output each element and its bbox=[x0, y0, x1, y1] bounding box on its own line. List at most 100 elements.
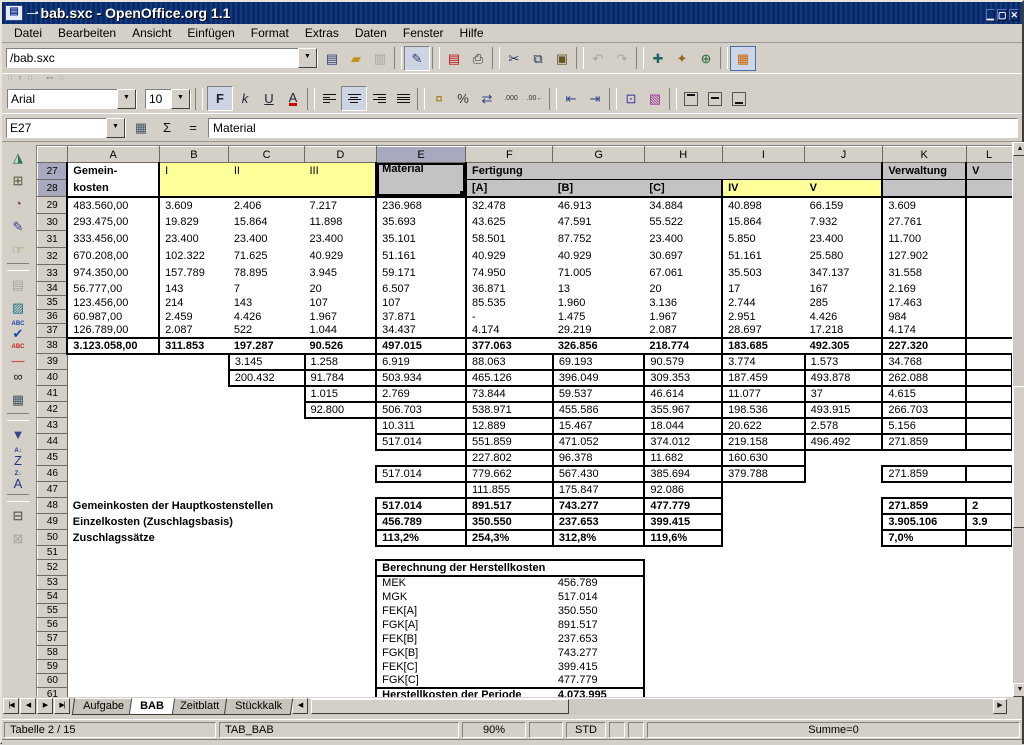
cell-H47[interactable]: 92.086 bbox=[644, 482, 722, 498]
row-header-51[interactable]: 51 bbox=[38, 546, 68, 560]
cell-C30[interactable]: 15.864 bbox=[229, 214, 305, 231]
cell-G39[interactable]: 69.193 bbox=[553, 354, 645, 370]
cell-L43[interactable] bbox=[966, 418, 1012, 434]
name-box[interactable]: ▼ bbox=[6, 118, 126, 138]
cell-L35[interactable] bbox=[966, 296, 1012, 310]
cell-C42[interactable] bbox=[229, 402, 305, 418]
cell-H55[interactable] bbox=[644, 604, 722, 618]
cell-A36[interactable]: 60.987,00 bbox=[67, 310, 159, 324]
cell-G48[interactable]: 743.277 bbox=[553, 498, 645, 514]
cell-K58[interactable] bbox=[882, 646, 966, 660]
horizontal-scrollbar[interactable]: ▶ bbox=[309, 698, 1007, 715]
cell-A50[interactable]: Zuschlagssätze bbox=[67, 530, 376, 546]
background-color-icon[interactable]: ▧ bbox=[643, 87, 667, 110]
cell-G53[interactable]: 456.789 bbox=[553, 576, 645, 590]
cell-C55[interactable] bbox=[229, 604, 305, 618]
cell-F44[interactable]: 551.859 bbox=[466, 434, 553, 450]
cell-A44[interactable] bbox=[67, 434, 159, 450]
cell-L54[interactable] bbox=[966, 590, 1012, 604]
cell-A51[interactable] bbox=[67, 546, 159, 560]
cell-H45[interactable]: 11.682 bbox=[644, 450, 722, 466]
cell-K57[interactable] bbox=[882, 632, 966, 646]
cell-E33[interactable]: 59.171 bbox=[376, 265, 466, 282]
decrease-indent-icon[interactable]: ⇤ bbox=[559, 87, 583, 110]
url-input[interactable] bbox=[7, 51, 298, 65]
cell-F37[interactable]: 4.174 bbox=[466, 324, 553, 338]
cell-J56[interactable] bbox=[805, 618, 883, 632]
cell-G28[interactable]: [B] bbox=[553, 180, 645, 197]
cell-H57[interactable] bbox=[644, 632, 722, 646]
cell-E51[interactable] bbox=[376, 546, 466, 560]
row-header-30[interactable]: 30 bbox=[38, 214, 68, 231]
cell-D36[interactable]: 1.967 bbox=[305, 310, 377, 324]
row-header-27[interactable]: 27 bbox=[38, 163, 68, 180]
cell-F27[interactable]: Fertigung bbox=[466, 163, 882, 180]
cell-C35[interactable]: 143 bbox=[229, 296, 305, 310]
cell-E54[interactable]: MGK bbox=[376, 590, 553, 604]
cell-J36[interactable]: 4.426 bbox=[805, 310, 883, 324]
status-signature-flag[interactable] bbox=[628, 722, 644, 738]
column-header-B[interactable]: B bbox=[159, 147, 229, 163]
cell-H33[interactable]: 67.061 bbox=[644, 265, 722, 282]
sheet-tab-aufgabe[interactable]: Aufgabe bbox=[72, 698, 135, 715]
cell-L38[interactable] bbox=[966, 338, 1012, 354]
cell-D52[interactable] bbox=[305, 560, 377, 576]
cell-A42[interactable] bbox=[67, 402, 159, 418]
cell-A47[interactable] bbox=[67, 482, 159, 498]
cell-B30[interactable]: 19.829 bbox=[159, 214, 229, 231]
cell-H60[interactable] bbox=[644, 674, 722, 688]
cell-B45[interactable] bbox=[159, 450, 229, 466]
cell-J32[interactable]: 25.580 bbox=[805, 248, 883, 265]
cell-A52[interactable] bbox=[67, 560, 159, 576]
cell-J37[interactable]: 17.218 bbox=[805, 324, 883, 338]
scroll-down-icon[interactable]: ▼ bbox=[1013, 683, 1024, 697]
cell-L44[interactable] bbox=[966, 434, 1012, 450]
cell-J28[interactable]: V bbox=[805, 180, 883, 197]
cell-L50[interactable] bbox=[966, 530, 1012, 546]
cell-K49[interactable]: 3.905.106 bbox=[882, 514, 966, 530]
cell-D39[interactable]: 1.258 bbox=[305, 354, 377, 370]
column-header-J[interactable]: J bbox=[805, 147, 883, 163]
cell-J41[interactable]: 37 bbox=[805, 386, 883, 402]
align-justify-icon[interactable] bbox=[391, 87, 415, 110]
cell-B46[interactable] bbox=[159, 466, 229, 482]
cell-A40[interactable] bbox=[67, 370, 159, 386]
cell-E27[interactable]: Material bbox=[376, 163, 466, 197]
cell-G35[interactable]: 1.960 bbox=[553, 296, 645, 310]
cell-E34[interactable]: 6.507 bbox=[376, 282, 466, 296]
status-sheet-info[interactable]: Tabelle 2 / 15 bbox=[4, 722, 216, 738]
font-color-button[interactable]: A bbox=[281, 87, 305, 110]
row-header-31[interactable]: 31 bbox=[38, 231, 68, 248]
cut-icon[interactable]: ✂ bbox=[502, 47, 526, 70]
cell-E53[interactable]: MEK bbox=[376, 576, 553, 590]
edit-file-icon[interactable]: ✎ bbox=[404, 46, 430, 71]
cell-D54[interactable] bbox=[305, 590, 377, 604]
cell-G50[interactable]: 312,8% bbox=[553, 530, 645, 546]
cell-G46[interactable]: 567.430 bbox=[553, 466, 645, 482]
cell-J53[interactable] bbox=[805, 576, 883, 590]
insert-icon[interactable]: ◮ bbox=[6, 146, 30, 169]
row-header-43[interactable]: 43 bbox=[38, 418, 68, 434]
cell-H34[interactable]: 20 bbox=[644, 282, 722, 296]
cell-I51[interactable] bbox=[722, 546, 805, 560]
cell-C27[interactable]: II bbox=[229, 163, 305, 180]
cell-C60[interactable] bbox=[229, 674, 305, 688]
align-left-icon[interactable] bbox=[317, 87, 341, 110]
cell-C37[interactable]: 522 bbox=[229, 324, 305, 338]
sort-descending-icon[interactable]: Z↓A bbox=[6, 469, 30, 492]
cell-C41[interactable] bbox=[229, 386, 305, 402]
row-header-60[interactable]: 60 bbox=[38, 674, 68, 688]
cell-F51[interactable] bbox=[466, 546, 553, 560]
column-header-D[interactable]: D bbox=[305, 147, 377, 163]
column-header-I[interactable]: I bbox=[722, 147, 805, 163]
cell-I46[interactable]: 379.788 bbox=[722, 466, 805, 482]
cell-J49[interactable] bbox=[805, 514, 883, 530]
row-header-36[interactable]: 36 bbox=[38, 310, 68, 324]
data-sources-icon[interactable]: ▦ bbox=[6, 388, 30, 411]
delete-decimal-icon[interactable]: .00← bbox=[523, 87, 547, 110]
cell-L37[interactable] bbox=[966, 324, 1012, 338]
cell-F42[interactable]: 538.971 bbox=[466, 402, 553, 418]
cell-H30[interactable]: 55.522 bbox=[644, 214, 722, 231]
cell-I55[interactable] bbox=[722, 604, 805, 618]
row-header-40[interactable]: 40 bbox=[38, 370, 68, 386]
